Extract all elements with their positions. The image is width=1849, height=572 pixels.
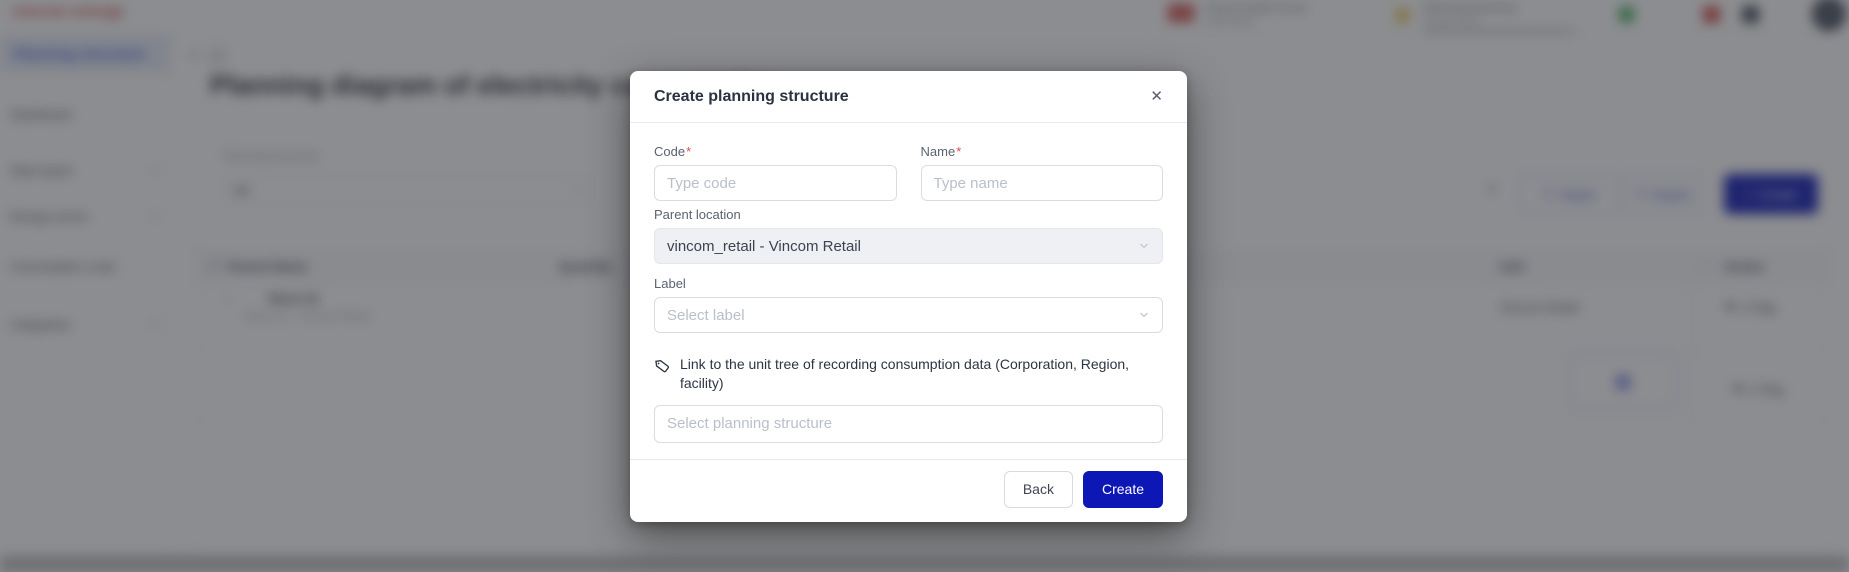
modal-title: Create planning structure (654, 88, 849, 106)
modal-footer: Back Create (630, 459, 1187, 522)
close-icon[interactable]: ✕ (1150, 89, 1163, 104)
label-label: Label (654, 276, 1163, 291)
required-asterisk: * (686, 144, 691, 159)
required-asterisk: * (956, 144, 961, 159)
planning-structure-field[interactable] (654, 405, 1163, 443)
tag-icon (653, 357, 671, 375)
create-planning-structure-modal: Create planning structure ✕ Code* Name* … (630, 71, 1187, 522)
link-note-text: Link to the unit tree of recording consu… (680, 355, 1163, 393)
parent-location-label: Parent location (654, 207, 1163, 222)
modal-header: Create planning structure ✕ (630, 71, 1187, 123)
back-button[interactable]: Back (1004, 471, 1073, 508)
link-note: Link to the unit tree of recording consu… (654, 355, 1163, 393)
chevron-down-icon (1138, 309, 1150, 321)
name-field[interactable] (921, 165, 1164, 201)
code-field[interactable] (654, 165, 897, 201)
code-label: Code* (654, 144, 897, 159)
name-label: Name* (921, 144, 1164, 159)
label-select[interactable]: Select label (654, 297, 1163, 333)
create-button[interactable]: Create (1083, 471, 1163, 508)
chevron-down-icon (1138, 240, 1150, 252)
modal-body: Code* Name* Parent location vincom_retai… (630, 123, 1187, 459)
parent-location-select: vincom_retail - Vincom Retail (654, 228, 1163, 264)
